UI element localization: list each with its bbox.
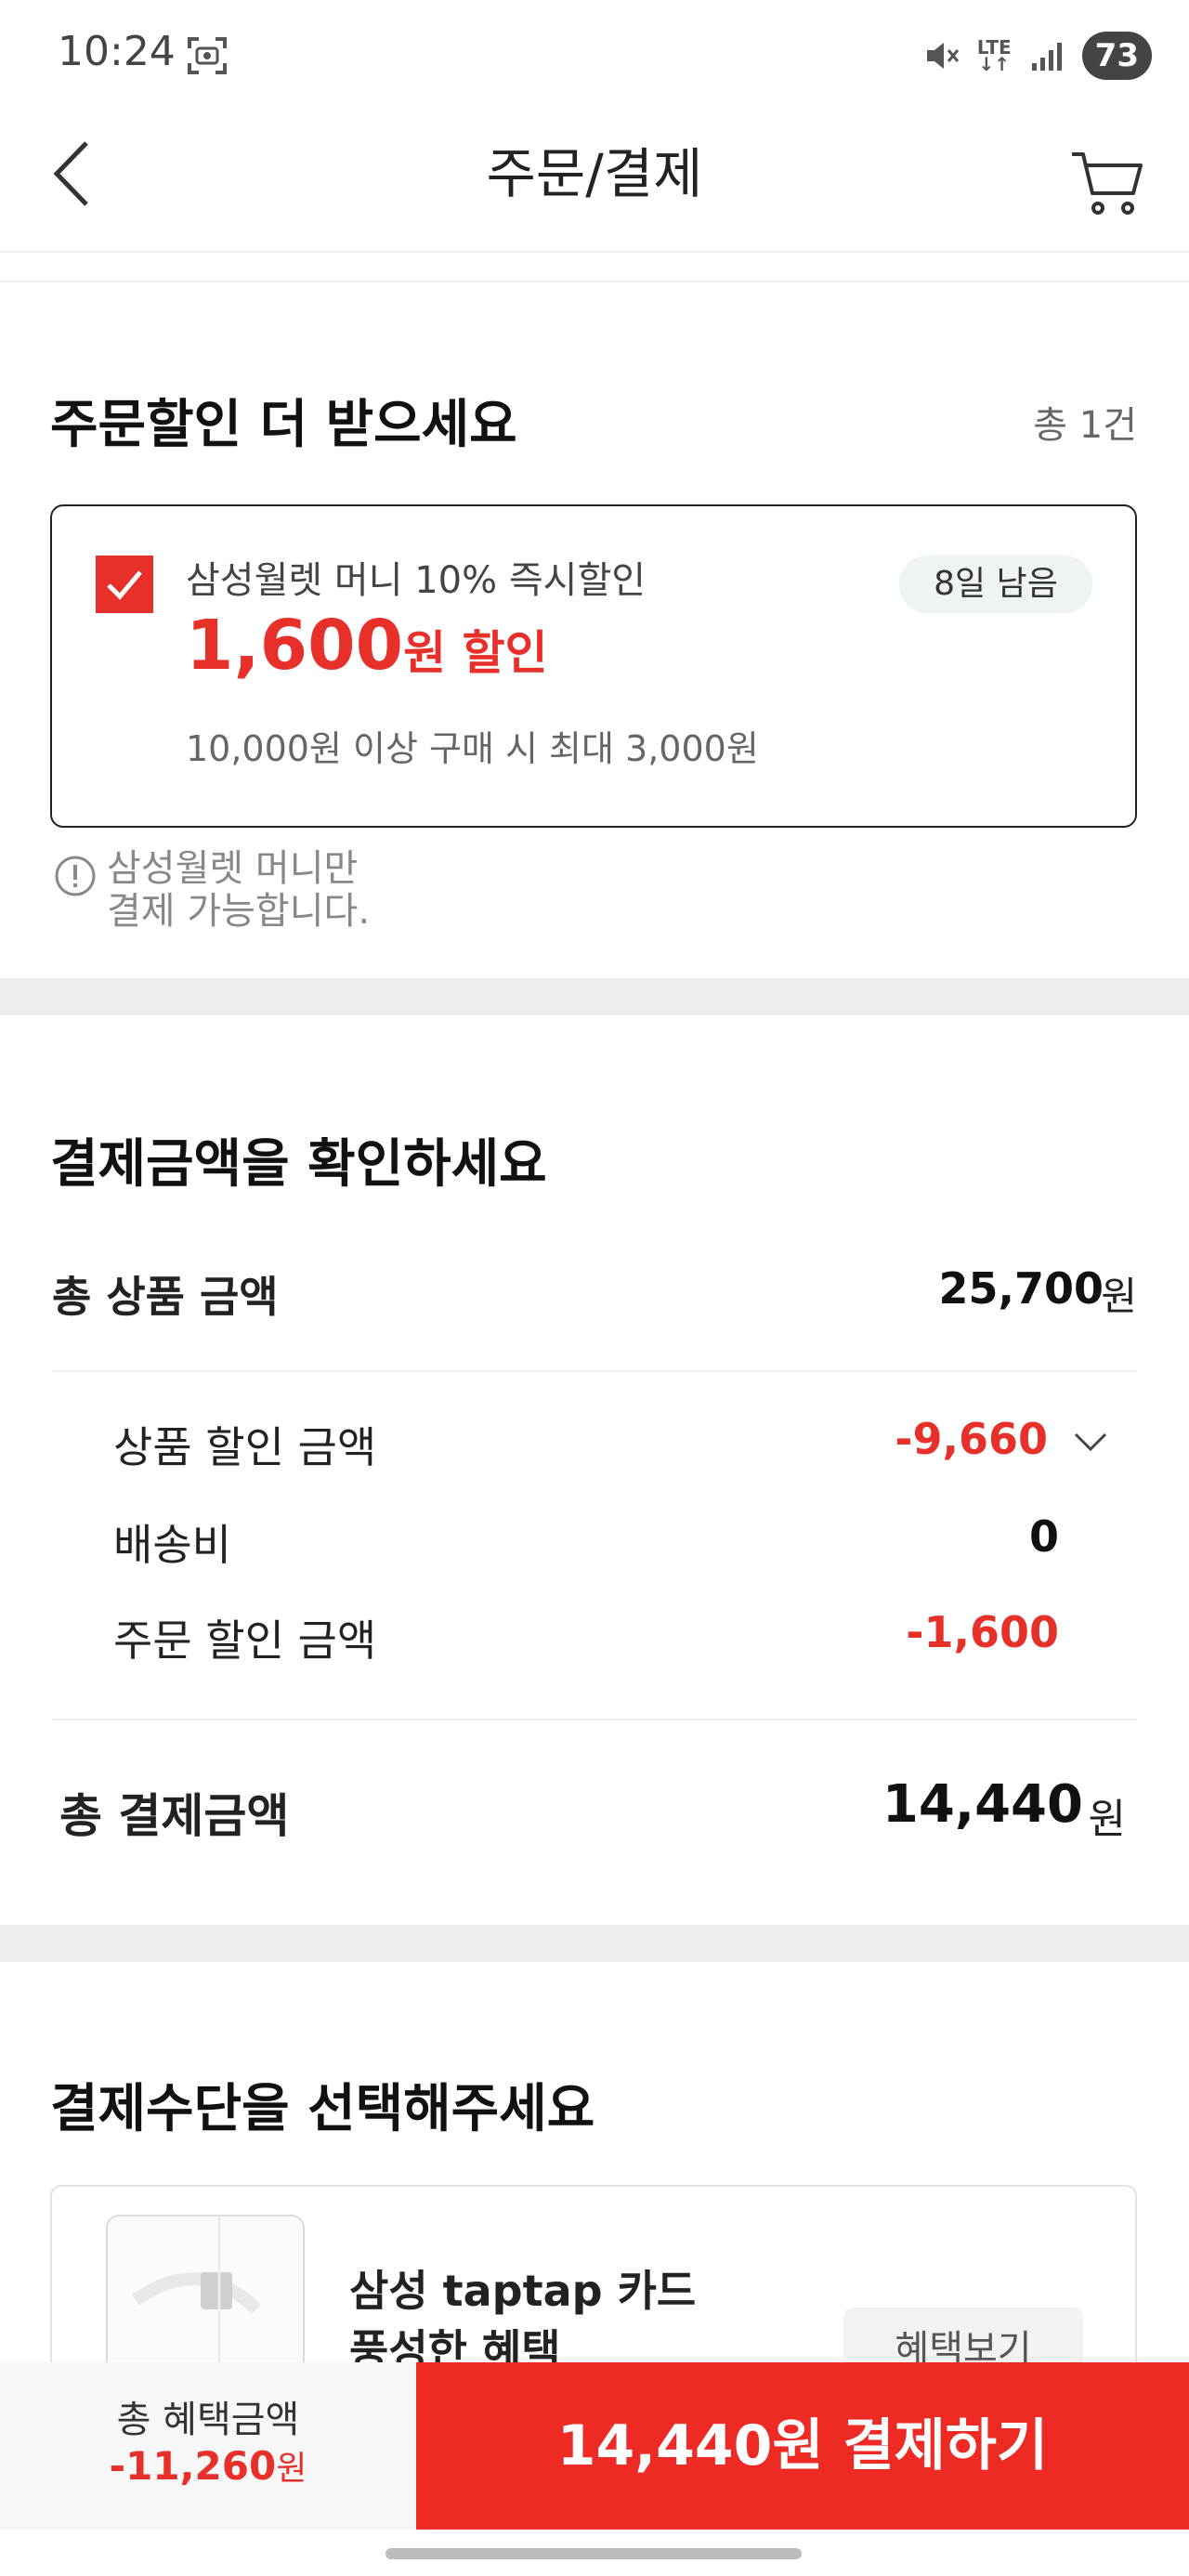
section-separator (0, 978, 1189, 1015)
total-benefit-label: 총 혜택금액 (116, 2399, 300, 2441)
status-time: 10:24 (58, 28, 176, 75)
status-bar: 10:24 LTE ↓↑ 73 (0, 0, 1189, 111)
shipping-label: 배송비 (113, 1520, 231, 1570)
screenshot-icon (188, 37, 227, 74)
coupon-name: 삼성월렛 머니 10% 즉시할인 (186, 559, 647, 602)
product-discount-value: -9,660 (895, 1414, 1048, 1464)
signal-icon (1031, 43, 1062, 71)
divider (52, 1370, 1137, 1372)
coupon-checkbox[interactable] (96, 556, 153, 613)
product-discount-label: 상품 할인 금액 (113, 1422, 377, 1472)
total-pay-value: 14,440 (882, 1774, 1083, 1835)
checkmark-icon (107, 570, 142, 600)
payment-method-title: 결제수단을 선택해주세요 (50, 2079, 595, 2139)
header-divider (0, 251, 1189, 253)
status-icons: LTE ↓↑ 73 (923, 28, 1152, 84)
info-icon (55, 856, 96, 896)
total-product-label: 총 상품 금액 (52, 1272, 279, 1322)
shipping-value: 0 (1028, 1511, 1059, 1562)
order-discount-label: 주문 할인 금액 (113, 1615, 377, 1666)
pay-button[interactable]: 14,440원 결제하기 (416, 2362, 1189, 2530)
mute-icon (926, 43, 960, 69)
payment-summary-title: 결제금액을 확인하세요 (50, 1134, 547, 1195)
total-benefit-value: -11,260원 (109, 2443, 307, 2489)
section-separator (0, 1925, 1189, 1962)
battery-indicator: 73 (1081, 32, 1152, 80)
total-product-amount: 25,700 (938, 1263, 1104, 1314)
divider (52, 1719, 1137, 1720)
won-unit: 원 (1088, 1796, 1126, 1843)
coupon-condition: 10,000원 이상 구매 시 최대 3,000원 (186, 728, 759, 769)
coupon-amount-value: 1,600 (186, 606, 404, 686)
header-divider-2 (0, 281, 1189, 282)
coupon-amount-suffix: 원 할인 (403, 626, 548, 680)
cart-icon[interactable] (1070, 149, 1144, 217)
coupon-days-badge: 8일 남음 (899, 556, 1092, 613)
order-discount-value: -1,600 (906, 1607, 1059, 1657)
coupon-notice: 삼성월렛 머니만 결제 가능합니다. (107, 847, 371, 933)
coupon-count: 총 1건 (1033, 404, 1137, 447)
home-indicator[interactable] (385, 2548, 802, 2559)
order-discount-title: 주문할인 더 받으세요 (50, 395, 517, 455)
total-pay-label: 총 결제금액 (59, 1789, 290, 1843)
chevron-down-icon[interactable] (1072, 1429, 1109, 1455)
lte-indicator: LTE ↓↑ (976, 36, 1012, 75)
page-title: 주문/결제 (486, 142, 703, 205)
coupon-discount-amount: 1,600원 할인 (186, 606, 548, 686)
won-unit: 원 (1101, 1274, 1137, 1319)
